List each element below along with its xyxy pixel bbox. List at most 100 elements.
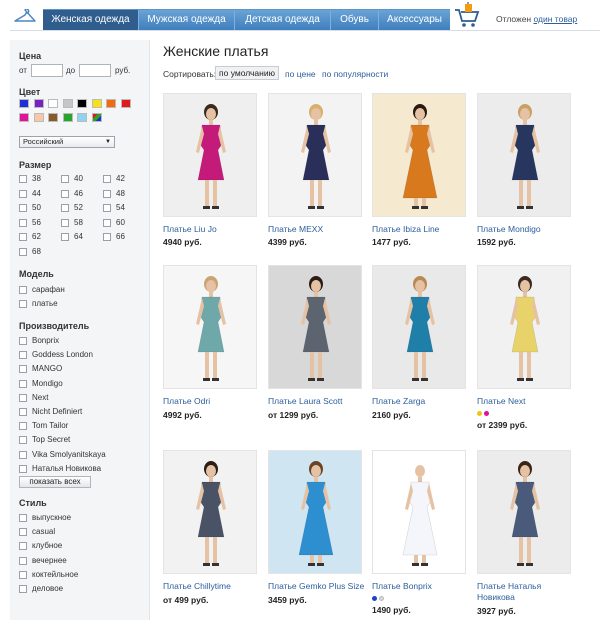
brand-checkbox[interactable] — [19, 351, 27, 360]
size-checkbox[interactable] — [19, 247, 27, 256]
size-checkbox[interactable] — [61, 204, 69, 212]
model-checkbox[interactable] — [19, 286, 27, 294]
color-swatch[interactable] — [91, 113, 102, 122]
color-option-dot[interactable] — [372, 596, 377, 601]
style-checkbox[interactable] — [19, 556, 27, 565]
color-swatch[interactable] — [62, 113, 73, 122]
deferred-link[interactable]: один товар — [534, 14, 578, 24]
style-checkbox[interactable] — [19, 542, 27, 551]
sort-by-price-link[interactable]: по цене — [285, 69, 316, 79]
product-image[interactable] — [268, 450, 362, 574]
product-image[interactable] — [372, 265, 466, 389]
cart-icon[interactable] — [452, 2, 480, 28]
size-checkbox[interactable] — [19, 175, 27, 183]
color-swatch[interactable] — [19, 113, 29, 122]
product-card[interactable]: Платье Bonprix 1490 руб. — [372, 450, 472, 615]
product-card[interactable]: Платье Ibiza Line 1477 руб. — [372, 93, 472, 253]
size-checkbox[interactable] — [19, 218, 27, 227]
color-swatch[interactable] — [120, 99, 131, 108]
product-name-link[interactable]: Платье Mondigo — [477, 224, 541, 235]
product-image[interactable] — [163, 450, 257, 574]
size-checkbox[interactable] — [61, 175, 69, 183]
color-swatch[interactable] — [91, 99, 102, 108]
product-card[interactable]: Платье Gemko Plus Size 3459 руб. — [268, 450, 368, 610]
product-image[interactable] — [372, 450, 466, 574]
color-option-dot[interactable] — [484, 411, 489, 416]
tab-accessories[interactable]: Аксессуары — [379, 10, 450, 30]
product-image[interactable] — [372, 93, 466, 217]
size-checkbox[interactable] — [103, 189, 111, 198]
brand-checkbox[interactable] — [19, 464, 27, 473]
product-name-link[interactable]: Платье Gemko Plus Size — [268, 581, 364, 592]
price-from-input[interactable] — [31, 64, 63, 77]
product-card[interactable]: Платье Zarga 2160 руб. — [372, 265, 472, 425]
product-name-link[interactable]: Платье Bonprix — [372, 581, 432, 592]
model-checkbox[interactable] — [19, 300, 27, 309]
product-image[interactable] — [477, 265, 571, 389]
tab-mens-clothing[interactable]: Мужская одежда — [139, 10, 235, 30]
brand-checkbox[interactable] — [19, 365, 27, 374]
sort-default-button[interactable]: по умолчанию — [215, 66, 279, 80]
product-name-link[interactable]: Платье Liu Jo — [163, 224, 217, 235]
product-image[interactable] — [163, 265, 257, 389]
price-to-input[interactable] — [79, 64, 111, 77]
brand-checkbox[interactable] — [19, 393, 27, 402]
product-image[interactable] — [477, 450, 571, 574]
size-checkbox[interactable] — [103, 233, 111, 241]
color-swatch[interactable] — [77, 99, 87, 108]
brand-checkbox[interactable] — [19, 408, 27, 416]
brand-checkbox[interactable] — [19, 337, 27, 345]
product-card[interactable]: Платье Mondigo 1592 руб. — [477, 93, 577, 253]
style-checkbox[interactable] — [19, 514, 27, 522]
color-option-dot[interactable] — [477, 411, 482, 416]
product-image[interactable] — [163, 93, 257, 217]
product-name-link[interactable]: Платье Next — [477, 396, 526, 407]
size-checkbox[interactable] — [103, 204, 111, 212]
tab-kids-clothing[interactable]: Детская одежда — [235, 10, 331, 30]
size-checkbox[interactable] — [61, 218, 69, 227]
product-name-link[interactable]: Платье Ibiza Line — [372, 224, 439, 235]
product-card[interactable]: Платье Laura Scott от 1299 руб. — [268, 265, 368, 425]
product-name-link[interactable]: Платье Laura Scott — [268, 396, 343, 407]
color-swatch[interactable] — [62, 99, 73, 108]
size-checkbox[interactable] — [19, 233, 27, 241]
product-name-link[interactable]: Платье MEXX — [268, 224, 323, 235]
product-card[interactable]: Платье MEXX 4399 руб. — [268, 93, 368, 253]
color-swatch[interactable] — [19, 99, 29, 108]
tab-shoes[interactable]: Обувь — [331, 10, 379, 30]
product-card[interactable]: Платье Next от 2399 руб. — [477, 265, 577, 430]
product-name-link[interactable]: Платье Zarga — [372, 396, 425, 407]
product-name-link[interactable]: Платье Odri — [163, 396, 210, 407]
style-checkbox[interactable] — [19, 585, 27, 593]
product-card[interactable]: Платье Liu Jo 4940 руб. — [163, 93, 263, 253]
style-checkbox[interactable] — [19, 528, 27, 537]
product-image[interactable] — [268, 265, 362, 389]
brand-checkbox[interactable] — [19, 450, 27, 459]
size-checkbox[interactable] — [61, 233, 69, 241]
tab-womens-clothing[interactable]: Женская одежда — [43, 10, 139, 30]
color-swatch[interactable] — [33, 99, 44, 108]
product-card[interactable]: Платье Odri 4992 руб. — [163, 265, 263, 425]
brand-checkbox[interactable] — [19, 436, 27, 445]
product-card[interactable]: Платье Наталья Новикова 3927 руб. — [477, 450, 577, 616]
style-checkbox[interactable] — [19, 570, 27, 579]
color-swatch[interactable] — [33, 113, 44, 122]
size-checkbox[interactable] — [103, 218, 111, 227]
color-option-dot[interactable] — [379, 596, 384, 601]
color-swatch[interactable] — [77, 113, 87, 122]
product-name-link[interactable]: Платье Наталья Новикова — [477, 581, 567, 603]
brand-checkbox[interactable] — [19, 379, 27, 388]
size-checkbox[interactable] — [19, 204, 27, 212]
brand-checkbox[interactable] — [19, 422, 27, 431]
color-swatch[interactable] — [106, 99, 116, 108]
size-checkbox[interactable] — [103, 175, 111, 183]
product-name-link[interactable]: Платье Chillytime — [163, 581, 231, 592]
product-image[interactable] — [477, 93, 571, 217]
show-all-brands-button[interactable]: показать всех — [19, 476, 91, 488]
size-checkbox[interactable] — [61, 189, 69, 198]
color-swatch[interactable] — [48, 113, 58, 122]
sort-by-popularity-link[interactable]: по популярности — [322, 69, 388, 79]
size-system-select[interactable]: Российский ▼ — [19, 136, 115, 148]
color-swatch[interactable] — [48, 99, 58, 108]
product-image[interactable] — [268, 93, 362, 217]
